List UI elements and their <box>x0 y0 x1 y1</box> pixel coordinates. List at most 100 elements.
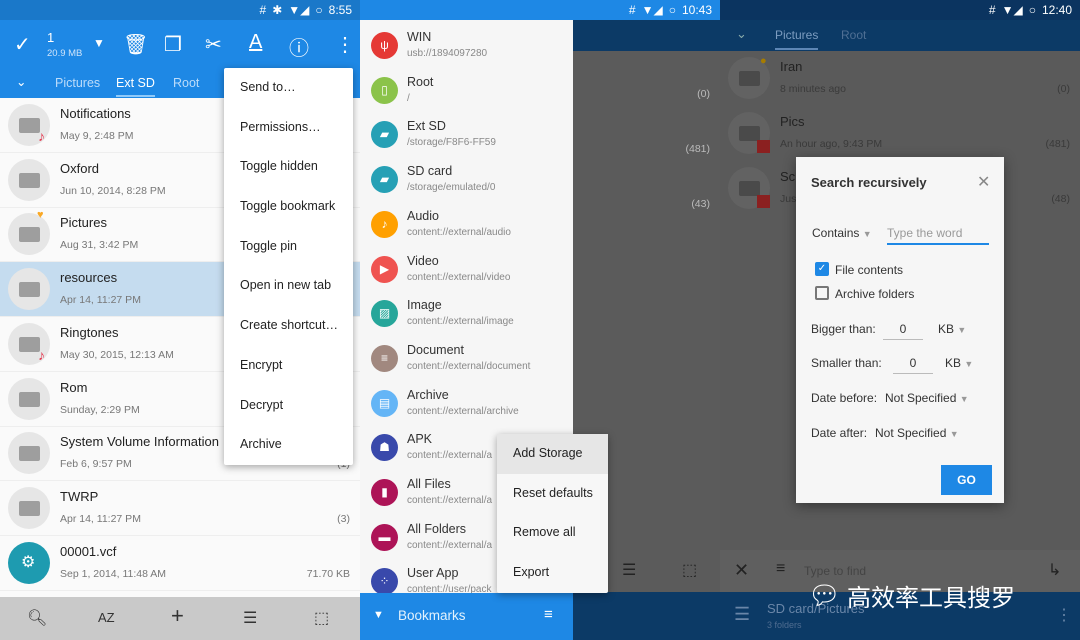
menu-item[interactable]: Toggle bookmark <box>224 187 353 227</box>
folder-shape <box>19 391 40 407</box>
file-date: Sunday, 2:29 PM <box>60 403 140 416</box>
date-before-select[interactable]: Not Specified ▼ <box>885 391 969 405</box>
menu-item[interactable]: Archive <box>224 425 353 465</box>
tab-root[interactable]: Root <box>841 28 866 42</box>
bigger-unit-select[interactable]: KB ▼ <box>938 322 966 336</box>
tab-pictures[interactable]: Pictures <box>775 28 819 50</box>
status-bar: # ✱ ▼◢ ○ 8:55 <box>0 0 360 20</box>
smaller-than-input[interactable]: 0 <box>893 356 933 374</box>
collapse-icon[interactable]: ⌄ <box>16 74 26 89</box>
bookmark-title: Archive <box>407 387 449 402</box>
more-icon[interactable]: ⋮ <box>335 32 355 57</box>
enter-icon[interactable]: ↳ <box>1048 560 1061 580</box>
check-icon[interactable]: ✓ <box>14 32 31 57</box>
menu-item[interactable]: Add Storage <box>497 434 608 474</box>
file-row[interactable]: ● Iran 8 minutes ago (0) <box>720 51 1080 106</box>
bookmark-path: content://external/a <box>407 495 493 506</box>
tab-root[interactable]: Root <box>173 76 199 90</box>
archive-folders-checkbox[interactable] <box>815 286 829 300</box>
info-icon[interactable]: ⓘ <box>289 32 309 61</box>
folder-icon[interactable] <box>8 213 50 256</box>
tab-ext-sd[interactable]: Ext SD <box>116 76 155 97</box>
smaller-unit-select[interactable]: KB ▼ <box>945 356 973 370</box>
close-icon[interactable]: ✕ <box>734 560 749 581</box>
bookmark-title: Audio <box>407 208 439 223</box>
word-input[interactable]: Type the word <box>887 226 989 245</box>
select-all-icon[interactable]: ⬚ <box>314 608 329 628</box>
menu-item[interactable]: Export <box>497 553 608 593</box>
bookmark-item[interactable]: ▶ Video content://external/video <box>360 248 573 293</box>
file-contents-checkbox[interactable]: ✓ <box>815 262 829 276</box>
image-badge-icon <box>757 195 770 208</box>
bottom-toolbar: 🔍︎ AZ + ☰ ⬚ <box>0 597 360 640</box>
folder-icon[interactable] <box>8 432 50 475</box>
bookmark-item[interactable]: ▰ SD card/storage/emulated/0 <box>360 158 573 203</box>
folder-shape <box>739 71 760 86</box>
bookmark-item[interactable]: ▯ Root / <box>360 69 573 114</box>
menu-item[interactable]: Encrypt <box>224 346 353 386</box>
bookmark-item[interactable]: ψ WIN usb://1894097280 <box>360 24 573 69</box>
search-icon[interactable]: 🔍︎ <box>27 608 47 628</box>
close-icon[interactable]: ✕ <box>977 172 990 192</box>
menu-icon[interactable]: ☰ <box>734 604 750 625</box>
expand-icon[interactable]: ▼ <box>373 609 384 621</box>
menu-item[interactable]: Toggle hidden <box>224 147 353 187</box>
file-row[interactable]: TWRP Apr 14, 11:27 PM (3) <box>0 481 360 536</box>
list-view-icon[interactable]: ☰ <box>243 608 257 628</box>
menu-item[interactable]: Open in new tab <box>224 266 353 306</box>
file-row[interactable]: ⚙ 00001.vcf Sep 1, 2014, 11:48 AM 71.70 KB <box>0 536 360 591</box>
bookmark-item[interactable]: ♪ Audio content://external/audio <box>360 203 573 248</box>
bookmark-item[interactable]: ≡ Document content://external/document <box>360 337 573 382</box>
file-contents-label: File contents <box>835 263 904 277</box>
match-mode-select[interactable]: Contains ▼ <box>812 226 872 240</box>
folder-icon: ▬ <box>371 523 398 551</box>
bookmark-path: content://external/video <box>407 271 511 283</box>
add-icon[interactable]: + <box>171 603 184 629</box>
copy-icon[interactable]: ❐ <box>164 32 182 57</box>
play-icon: ▶ <box>371 255 398 283</box>
bigger-unit-value: KB <box>938 322 955 336</box>
bigger-than-input[interactable]: 0 <box>883 322 923 340</box>
menu-item[interactable]: Reset defaults <box>497 474 608 514</box>
file-row[interactable]: Pics An hour ago, 9:43 PM (481) <box>720 106 1080 161</box>
file-date: Jus <box>780 193 797 205</box>
file-name: Ringtones <box>60 324 119 340</box>
bookmark-path: /storage/F8F6-FF59 <box>407 137 496 149</box>
folder-shape <box>19 336 40 352</box>
menu-item[interactable]: Create shortcut… <box>224 306 353 346</box>
date-after-select[interactable]: Not Specified ▼ <box>875 426 959 440</box>
menu-item[interactable]: Remove all <box>497 513 608 553</box>
menu-item[interactable]: Send to… <box>224 68 353 108</box>
bookmark-item[interactable]: ▰ Ext SD/storage/F8F6-FF59 <box>360 113 573 158</box>
more-icon[interactable]: ⋮ <box>1056 605 1072 625</box>
menu-item[interactable]: Permissions… <box>224 108 353 148</box>
bookmark-item[interactable]: ▨ Image content://external/image <box>360 292 573 337</box>
menu-item[interactable]: Toggle pin <box>224 227 353 267</box>
rename-icon[interactable]: A <box>249 31 262 54</box>
delete-icon[interactable]: 🗑 <box>123 32 148 57</box>
go-button[interactable]: GO <box>941 465 992 495</box>
cut-icon[interactable]: ✂ <box>205 32 222 57</box>
sort-button[interactable]: AZ <box>98 610 115 625</box>
filter-icon[interactable]: ≡ <box>776 560 785 578</box>
file-icon[interactable]: ⚙ <box>8 541 50 584</box>
folder-icon[interactable] <box>8 268 50 311</box>
search-input[interactable]: Type to find <box>804 564 866 578</box>
collapse-icon[interactable]: ⌄ <box>736 26 747 42</box>
folder-icon[interactable] <box>8 158 50 201</box>
sd-card-icon: ▰ <box>371 166 398 194</box>
folder-icon[interactable] <box>8 486 50 529</box>
dimmed-bottom-bar <box>573 592 720 640</box>
hash-icon: # <box>988 3 996 17</box>
menu-item[interactable]: Decrypt <box>224 386 353 426</box>
watermark: 💬︎ 高效率工具搜罗 <box>808 578 1015 613</box>
folder-icon[interactable] <box>8 377 50 420</box>
bookmark-title: User App <box>407 566 459 581</box>
wifi-icon: ▼◢ <box>641 3 663 17</box>
bookmark-item[interactable]: ▤ Archive content://external/archive <box>360 382 573 427</box>
file-date: Aug 31, 3:42 PM <box>60 239 139 252</box>
file-date: May 9, 2:48 PM <box>60 130 134 142</box>
sort-menu-icon[interactable]: ≡ <box>544 606 553 623</box>
dropdown-icon[interactable]: ▼ <box>93 36 105 50</box>
tab-pictures[interactable]: Pictures <box>55 76 100 90</box>
